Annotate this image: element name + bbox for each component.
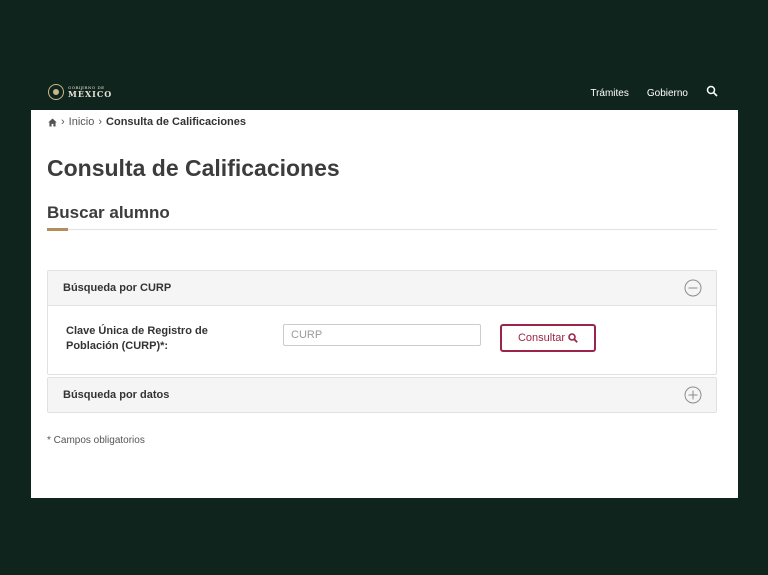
seal-icon — [48, 84, 64, 100]
search-icon[interactable] — [706, 85, 718, 97]
logo-big-text: MÉXICO — [68, 89, 113, 99]
accordion-datos-header[interactable]: Búsqueda por datos — [48, 378, 716, 412]
section-title: Buscar alumno — [47, 203, 170, 222]
accordion-datos-title: Búsqueda por datos — [63, 389, 170, 401]
accordion-curp: Búsqueda por CURP Clave Única de Registr… — [47, 270, 717, 375]
home-icon[interactable] — [48, 117, 57, 127]
accordion-datos: Búsqueda por datos — [47, 377, 717, 413]
accordion-curp-title: Búsqueda por CURP — [63, 282, 172, 294]
search-icon — [568, 333, 578, 343]
breadcrumb-inicio[interactable]: Inicio — [69, 116, 95, 128]
minus-circle-icon[interactable] — [684, 279, 702, 297]
plus-circle-icon[interactable] — [684, 386, 702, 404]
consultar-button[interactable]: Consultar — [500, 324, 596, 352]
gobierno-mexico-logo[interactable]: GOBIERNO DE MÉXICO — [48, 84, 112, 100]
breadcrumb-current: Consulta de Calificaciones — [106, 116, 247, 128]
section-accent-bar — [47, 228, 68, 231]
nav-tramites[interactable]: Trámites — [590, 88, 629, 99]
main-panel: › Inicio › Consulta de Calificaciones Co… — [31, 110, 738, 498]
breadcrumb-separator: › — [61, 116, 65, 128]
accordion-curp-header[interactable]: Búsqueda por CURP — [48, 271, 716, 306]
top-navbar: GOBIERNO DE MÉXICO Trámites Gobierno — [31, 78, 738, 110]
required-fields-note: * Campos obligatorios — [47, 435, 145, 446]
breadcrumb: › Inicio › Consulta de Calificaciones — [48, 116, 246, 128]
consultar-button-label: Consultar — [517, 332, 566, 344]
main-nav: Trámites Gobierno — [590, 85, 718, 99]
logo-text: GOBIERNO DE MÉXICO — [68, 86, 113, 99]
nav-gobierno[interactable]: Gobierno — [647, 88, 688, 99]
breadcrumb-separator: › — [98, 116, 103, 128]
page-title: Consulta de Calificaciones — [47, 155, 340, 181]
curp-field-label: Clave Única de Registro de Población (CU… — [66, 325, 208, 352]
section-divider — [47, 229, 717, 230]
curp-input[interactable] — [283, 324, 481, 346]
